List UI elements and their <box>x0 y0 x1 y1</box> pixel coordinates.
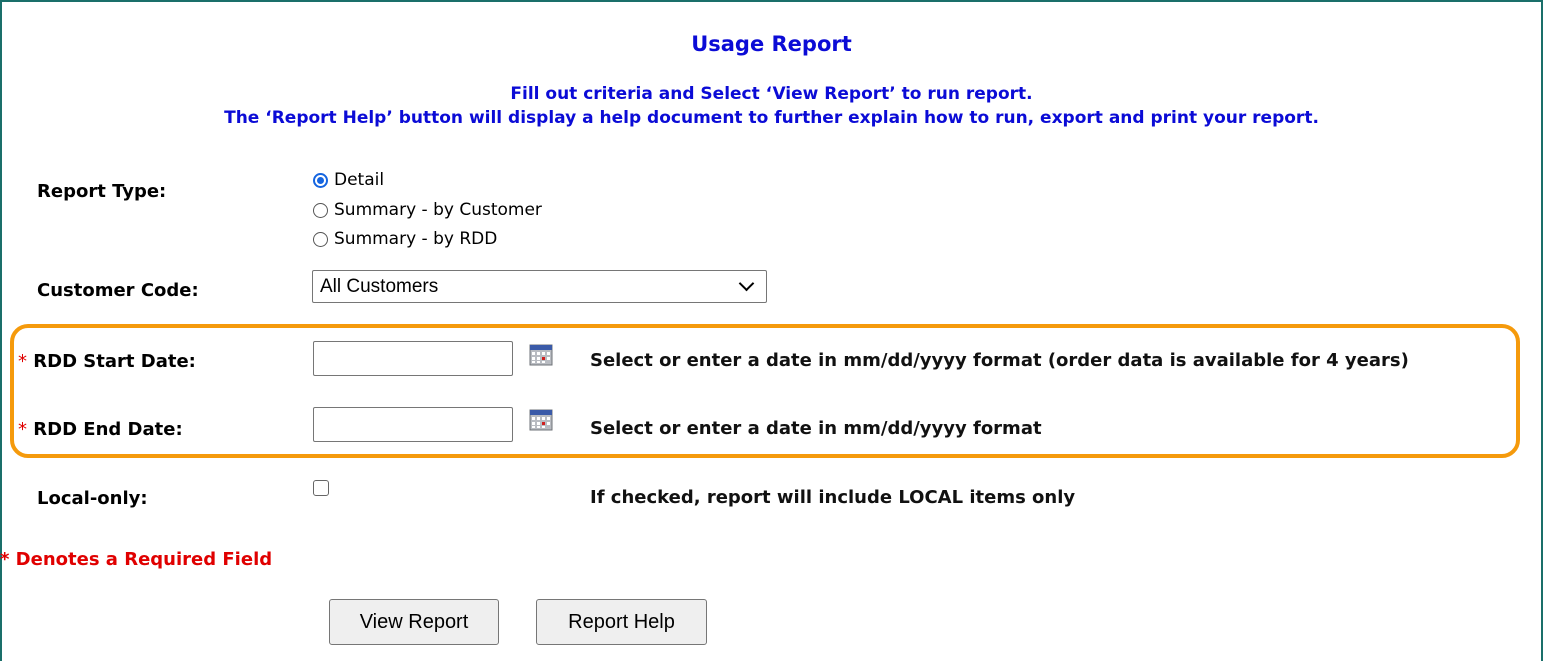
view-report-button[interactable]: View Report <box>329 599 499 645</box>
rdd-end-calendar-button[interactable] <box>529 407 553 436</box>
customer-code-label: Customer Code: <box>37 280 199 301</box>
rdd-end-date-input[interactable] <box>313 407 513 442</box>
report-help-button[interactable]: Report Help <box>536 599 707 645</box>
radio-detail-label: Detail <box>334 170 385 190</box>
rdd-end-date-text: RDD End Date: <box>33 419 183 440</box>
customer-code-selected: All Customers <box>320 276 439 297</box>
rdd-end-date-hint: Select or enter a date in mm/dd/yyyy for… <box>590 418 1042 439</box>
required-asterisk: * <box>18 351 27 372</box>
local-only-label: Local-only: <box>37 488 148 509</box>
rdd-start-date-text: RDD Start Date: <box>33 351 196 372</box>
rdd-start-date-hint: Select or enter a date in mm/dd/yyyy for… <box>590 350 1409 371</box>
radio-summary-customer-indicator[interactable] <box>313 202 328 218</box>
radio-summary-rdd[interactable]: Summary - by RDD <box>313 229 497 249</box>
calendar-icon[interactable] <box>529 407 553 431</box>
calendar-icon[interactable] <box>529 342 553 366</box>
local-only-hint: If checked, report will include LOCAL it… <box>590 487 1076 508</box>
radio-detail-indicator[interactable] <box>313 172 328 188</box>
radio-summary-rdd-indicator[interactable] <box>313 231 328 247</box>
report-type-label: Report Type: <box>37 181 167 202</box>
radio-summary-customer-label: Summary - by Customer <box>334 200 542 220</box>
rdd-end-date-label: * RDD End Date: <box>18 419 183 440</box>
page-title: Usage Report <box>691 32 852 56</box>
local-only-checkbox[interactable] <box>313 480 329 496</box>
chevron-down-icon <box>738 275 755 292</box>
radio-summary-customer[interactable]: Summary - by Customer <box>313 200 542 220</box>
radio-summary-rdd-label: Summary - by RDD <box>334 229 498 249</box>
rdd-start-calendar-button[interactable] <box>529 342 553 371</box>
required-field-note: * Denotes a Required Field <box>0 549 273 570</box>
instruction-line-2: The ‘Report Help’ button will display a … <box>224 108 1319 128</box>
required-asterisk: * <box>18 419 27 440</box>
radio-detail[interactable]: Detail <box>313 170 384 190</box>
rdd-start-date-input[interactable] <box>313 341 513 376</box>
rdd-start-date-label: * RDD Start Date: <box>18 351 196 372</box>
customer-code-select[interactable]: All Customers <box>312 270 767 303</box>
instruction-line-1: Fill out criteria and Select ‘View Repor… <box>510 84 1033 104</box>
